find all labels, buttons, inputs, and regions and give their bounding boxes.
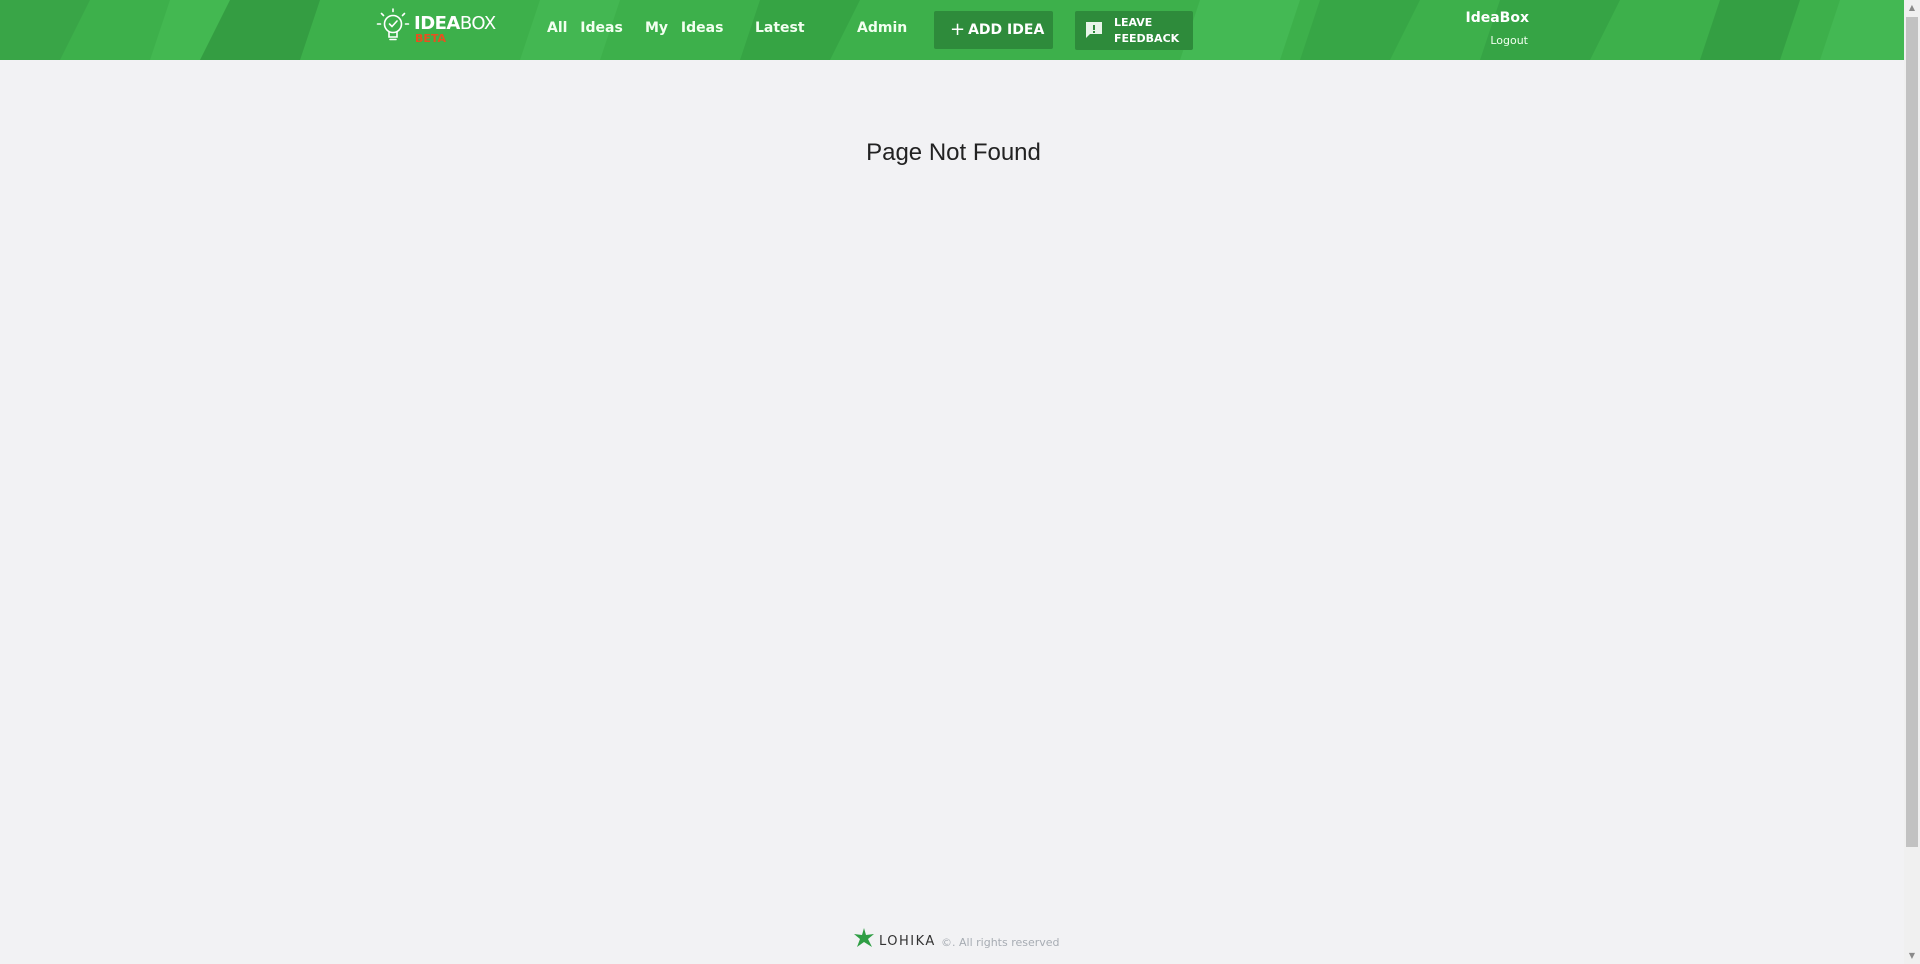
current-user-name: IdeaBox: [1465, 10, 1530, 26]
top-navbar: IDEABOX BETA All Ideas My Ideas Latest A…: [0, 0, 1904, 60]
add-idea-button[interactable]: + ADD IDEA: [934, 11, 1053, 49]
leave-feedback-button[interactable]: LEAVE FEEDBACK: [1075, 11, 1193, 50]
feedback-icon: [1086, 22, 1102, 38]
logo-wordmark: IDEABOX: [414, 13, 496, 34]
vertical-scrollbar[interactable]: ▲ ▼: [1904, 0, 1920, 964]
nav-admin[interactable]: Admin: [857, 20, 907, 36]
footer: LOHIKA ©. All rights reserved: [853, 927, 1073, 949]
scroll-up-arrow-icon[interactable]: ▲: [1904, 0, 1920, 16]
logout-link[interactable]: Logout: [1490, 34, 1528, 47]
scrollbar-thumb[interactable]: [1906, 17, 1918, 847]
beta-badge: BETA: [415, 32, 447, 45]
lightbulb-icon: [376, 8, 410, 41]
nav-latest[interactable]: Latest: [755, 20, 805, 36]
footer-brand: LOHIKA: [879, 934, 936, 949]
ideabox-logo[interactable]: IDEABOX BETA: [376, 6, 506, 46]
page-title: Page Not Found: [866, 139, 1041, 166]
nav-my-ideas[interactable]: My Ideas: [645, 20, 723, 36]
app-root: IDEABOX BETA All Ideas My Ideas Latest A…: [0, 0, 1904, 964]
footer-copyright: ©. All rights reserved: [941, 936, 1060, 949]
lohika-logo-icon: [854, 928, 874, 947]
scroll-down-arrow-icon[interactable]: ▼: [1904, 948, 1920, 964]
nav-all-ideas[interactable]: All Ideas: [547, 20, 623, 36]
plus-icon: +: [950, 19, 966, 40]
add-idea-label: ADD IDEA: [968, 22, 1045, 38]
feedback-label: LEAVE FEEDBACK: [1114, 16, 1180, 45]
